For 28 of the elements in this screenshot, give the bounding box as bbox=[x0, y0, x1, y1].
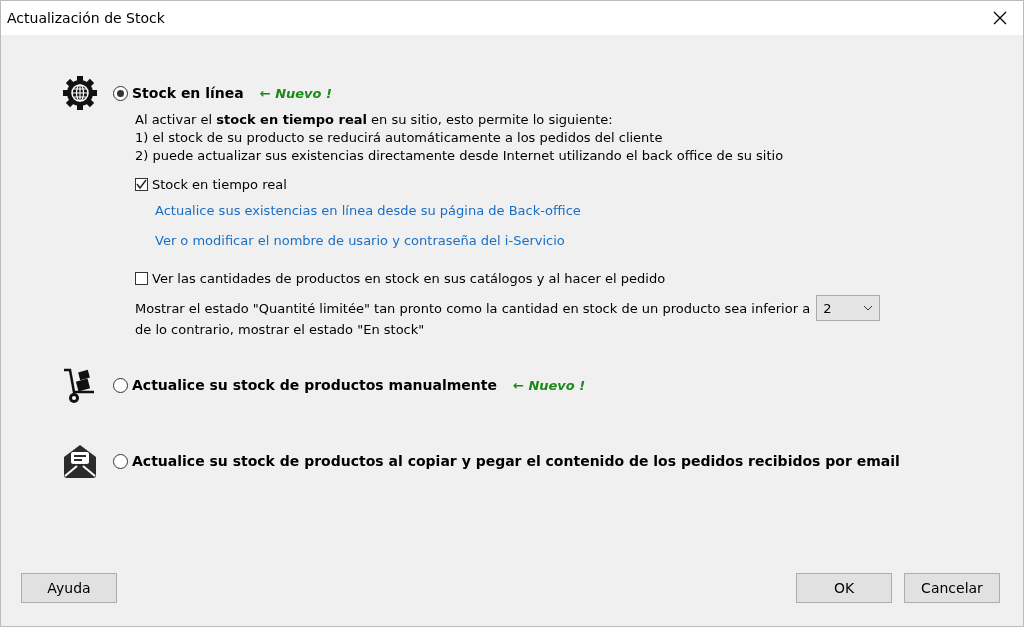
cancel-button[interactable]: Cancelar bbox=[904, 573, 1000, 603]
checkbox[interactable] bbox=[135, 271, 148, 285]
threshold-text: de lo contrario, mostrar el estado "En stock" bbox=[135, 321, 426, 339]
threshold-text: Mostrar el estado "Quantité limitée" tan pronto como la cantidad en stock de un producto sea inferior a bbox=[135, 300, 811, 316]
new-label: ← Nuevo ! bbox=[513, 377, 586, 393]
ok-button[interactable]: OK bbox=[796, 573, 892, 603]
radio-button[interactable] bbox=[113, 85, 128, 101]
radio-button[interactable] bbox=[113, 453, 128, 469]
option-label: Actualice su stock de productos al copiar y pegar el contenido de los pedidos recibidos por email bbox=[132, 453, 900, 469]
help-button[interactable]: Ayuda bbox=[21, 573, 117, 603]
option-label: Actualice su stock de productos manualmente bbox=[132, 377, 497, 393]
checkbox-label: Ver las cantidades de productos en stock en sus catálogos y al hacer el pedido bbox=[152, 270, 666, 286]
chevron-down-icon bbox=[863, 305, 874, 311]
link[interactable]: Actualice sus existencias en línea desde su página de Back-office bbox=[155, 202, 581, 218]
description-text: 2) puede actualizar sus existencias directamente desde Internet utilizando el back office de su sitio bbox=[135, 147, 785, 165]
window-title: Actualización de Stock bbox=[7, 10, 165, 26]
description-text: 1) el stock de su producto se reducirá automáticamente a los pedidos del cliente bbox=[135, 129, 664, 147]
option-label: Stock en línea bbox=[132, 85, 244, 101]
radio-button[interactable] bbox=[113, 377, 128, 393]
description-text: Al activar el stock en tiempo real en su sitio, esto permite lo siguiente: bbox=[135, 111, 614, 129]
globe-gear-icon bbox=[62, 75, 98, 111]
close-icon bbox=[993, 11, 1007, 25]
link[interactable]: Ver o modificar el nombre de usario y contraseña del i-Servicio bbox=[155, 232, 565, 248]
envelope-icon bbox=[62, 443, 98, 479]
new-label: ← Nuevo ! bbox=[259, 85, 332, 101]
checkbox[interactable] bbox=[135, 177, 148, 191]
checkbox-label: Stock en tiempo real bbox=[152, 176, 287, 192]
quantity-dropdown[interactable]: 2 bbox=[816, 295, 881, 321]
